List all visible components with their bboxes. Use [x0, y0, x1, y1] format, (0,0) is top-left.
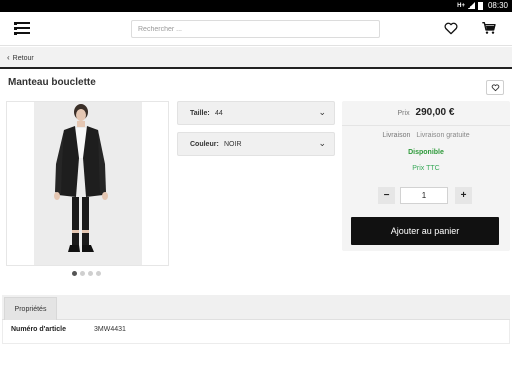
heart-icon — [491, 84, 499, 92]
signal-icon — [467, 2, 475, 9]
tax-note: Prix TTC — [412, 165, 440, 172]
product-title: Manteau bouclette — [8, 77, 96, 88]
app-bar — [0, 12, 512, 46]
quantity-input[interactable] — [400, 187, 448, 204]
shipping-label: Livraison — [382, 132, 411, 139]
size-value: 44 — [215, 110, 223, 117]
clock: 08:30 — [487, 1, 508, 10]
carousel-dot-3[interactable] — [88, 271, 93, 276]
divider — [342, 125, 510, 126]
quantity-decrease-button[interactable]: − — [378, 187, 395, 204]
purchase-panel: Prix 290,00 € Livraison Livraison gratui… — [342, 101, 510, 251]
battery-icon — [477, 1, 483, 10]
availability-status: Disponible — [408, 149, 444, 156]
back-button[interactable]: ‹ Retour — [7, 53, 34, 62]
menu-icon[interactable] — [14, 21, 30, 36]
tab-properties[interactable]: Propriétés — [4, 297, 57, 320]
color-select[interactable]: Couleur: NOIR ⌄ — [177, 132, 335, 156]
price-row: Prix 290,00 € — [342, 107, 510, 118]
shipping-value: Livraison gratuite — [416, 132, 470, 139]
quantity-increase-button[interactable]: + — [455, 187, 472, 204]
color-value: NOIR — [224, 141, 242, 148]
chevron-down-icon: ⌄ — [318, 138, 326, 148]
search-input[interactable] — [131, 20, 380, 38]
status-bar: H+ 08:30 — [0, 0, 512, 12]
back-bar: ‹ Retour — [0, 47, 512, 69]
article-number-label: Numéro d'article — [11, 326, 66, 333]
shipping-row: Livraison Livraison gratuite — [342, 132, 510, 139]
details-tab-strip: Propriétés — [2, 295, 510, 320]
wishlist-heart-icon[interactable] — [443, 20, 459, 36]
price-value: 290,00 € — [415, 107, 455, 118]
chevron-left-icon: ‹ — [7, 53, 10, 62]
chevron-down-icon: ⌄ — [318, 107, 326, 117]
carousel-dot-2[interactable] — [80, 271, 85, 276]
size-label: Taille: — [190, 110, 210, 117]
back-label: Retour — [12, 55, 34, 62]
favorite-button[interactable] — [486, 80, 504, 95]
size-select[interactable]: Taille: 44 ⌄ — [177, 101, 335, 125]
carousel-dot-1[interactable] — [72, 271, 77, 276]
product-image-frame — [6, 101, 169, 266]
add-to-cart-button[interactable]: Ajouter au panier — [351, 217, 499, 245]
properties-panel: Numéro d'article 3MW4431 — [2, 320, 510, 344]
color-label: Couleur: — [190, 141, 219, 148]
carousel-dot-4[interactable] — [96, 271, 101, 276]
product-photo[interactable] — [34, 102, 142, 265]
article-number-value: 3MW4431 — [94, 326, 126, 333]
network-type: H+ — [457, 2, 465, 9]
status-icons: H+ 08:30 — [457, 1, 508, 10]
price-label: Prix — [397, 110, 410, 117]
image-carousel-dots — [72, 271, 101, 276]
cart-icon[interactable] — [481, 20, 497, 36]
